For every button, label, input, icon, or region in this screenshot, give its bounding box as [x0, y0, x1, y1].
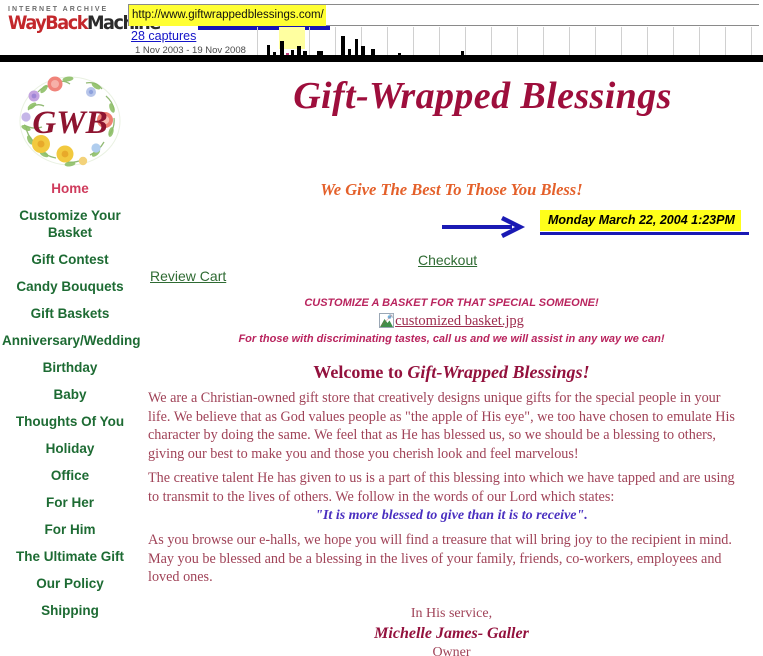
signoff-owner-name: Michelle James- Galler: [374, 624, 529, 642]
histogram-tick: [517, 27, 518, 58]
histogram-tick: [725, 27, 726, 58]
histogram-tick: [257, 27, 258, 58]
histogram-tick: [309, 27, 310, 58]
signoff-service-line: In His service,: [410, 605, 493, 621]
customize-heading: CUSTOMIZE A BASKET FOR THAT SPECIAL SOME…: [304, 297, 599, 309]
histogram-tick: [491, 27, 492, 58]
sidebar-item-gift-contest[interactable]: Gift Contest: [0, 251, 140, 268]
date-stamp-underline: [540, 232, 749, 235]
histogram-tick: [673, 27, 674, 58]
welcome-paragraph-1: We are a Christian-owned gift store that…: [148, 390, 735, 462]
sidebar-item-our-policy[interactable]: Our Policy: [0, 575, 140, 592]
histogram-baseline: [0, 55, 763, 58]
welcome-paragraph-2: The creative talent He has given to us i…: [148, 470, 735, 505]
review-cart-link[interactable]: Review Cart: [150, 268, 226, 284]
histogram-tick: [751, 27, 752, 58]
cart-links-row: Checkout Review Cart: [140, 252, 763, 292]
sidebar-item-baby[interactable]: Baby: [0, 386, 140, 403]
histogram-tick: [465, 27, 466, 58]
wordmark-wayback: WayBack: [8, 12, 88, 34]
captures-info: 28 captures 1 Nov 2003 - 19 Nov 2008: [131, 29, 246, 56]
main-content: We Give The Best To Those You Bless! Mon…: [140, 180, 763, 656]
sidebar-item-customize-your-basket[interactable]: Customize Your Basket: [0, 207, 140, 241]
gwb-monogram: GWB: [32, 105, 107, 141]
wayback-url-bar[interactable]: http://www.giftwrappedblessings.com/: [128, 4, 759, 26]
broken-image-icon: [379, 313, 395, 328]
signature-block: In His service, Michelle James- Galler O…: [140, 605, 763, 656]
date-stamp-wrapper: Monday March 22, 2004 1:23PM: [540, 210, 749, 235]
customize-subtext: For those with discriminating tastes, ca…: [238, 333, 665, 345]
histogram-tick: [387, 27, 388, 58]
sidebar-nav: Home Customize Your Basket Gift Contest Can…: [0, 180, 141, 629]
histogram-tick: [439, 27, 440, 58]
archived-url-text[interactable]: http://www.giftwrappedblessings.com/: [129, 5, 326, 26]
sidebar-item-shipping[interactable]: Shipping: [0, 602, 140, 619]
captures-count-link[interactable]: 28 captures: [131, 29, 246, 43]
checkout-link[interactable]: Checkout: [418, 252, 477, 268]
broken-image-alt-text[interactable]: customized basket.jpg: [395, 313, 524, 329]
wayback-toolbar: INTERNET ARCHIVE WayBackMachine http://w…: [0, 0, 763, 62]
sidebar-item-for-him[interactable]: For Him: [0, 521, 140, 538]
sidebar-item-home[interactable]: Home: [0, 180, 140, 197]
blue-arrow-icon: [442, 216, 526, 238]
customize-basket-block: CUSTOMIZE A BASKET FOR THAT SPECIAL SOME…: [140, 296, 763, 347]
sidebar-item-for-her[interactable]: For Her: [0, 494, 140, 511]
histogram-tick: [699, 27, 700, 58]
wayback-logo[interactable]: INTERNET ARCHIVE WayBackMachine: [8, 6, 161, 34]
current-date-stamp: Monday March 22, 2004 1:23PM: [540, 210, 741, 231]
sidebar-item-thoughts-of-you[interactable]: Thoughts Of You: [0, 413, 140, 430]
broken-image-row[interactable]: customized basket.jpg: [140, 312, 763, 330]
sidebar-item-gift-baskets[interactable]: Gift Baskets: [0, 305, 140, 322]
welcome-heading-prefix: Welcome to: [313, 362, 408, 382]
histogram-tick: [413, 27, 414, 58]
scripture-quote: "It is more blessed to give than it is t…: [315, 508, 588, 523]
sidebar-item-office[interactable]: Office: [0, 467, 140, 484]
sidebar-item-anniversary-wedding[interactable]: Anniversary/Wedding: [0, 332, 141, 349]
page-title: Gift-Wrapped Blessings: [293, 75, 672, 117]
sidebar-item-candy-bouquets[interactable]: Candy Bouquets: [0, 278, 140, 295]
histogram-tick: [647, 27, 648, 58]
archived-page: GWB Gift-Wrapped Blessings Home Customize…: [0, 62, 763, 656]
histogram-tick: [621, 27, 622, 58]
captures-histogram[interactable]: [243, 27, 759, 58]
welcome-paragraph-3: As you browse our e-halls, we hope you w…: [148, 532, 732, 585]
histogram-tick: [335, 27, 336, 58]
histogram-tick: [595, 27, 596, 58]
site-masthead: GWB Gift-Wrapped Blessings: [0, 62, 763, 172]
histogram-tick: [543, 27, 544, 58]
date-row: Monday March 22, 2004 1:23PM: [140, 210, 763, 252]
wayback-machine-wordmark: WayBackMachine: [8, 12, 161, 34]
signoff-owner-role: Owner: [432, 644, 471, 656]
sidebar-item-the-ultimate-gift[interactable]: The Ultimate Gift: [0, 548, 140, 565]
site-tagline: We Give The Best To Those You Bless!: [320, 180, 583, 199]
sidebar-item-holiday[interactable]: Holiday: [0, 440, 140, 457]
welcome-heading: Welcome to Gift-Wrapped Blessings!: [140, 361, 763, 383]
sidebar-item-birthday[interactable]: Birthday: [0, 359, 140, 376]
welcome-heading-emphasis: Gift-Wrapped Blessings!: [407, 362, 590, 382]
histogram-tick: [569, 27, 570, 58]
gwb-floral-wreath-logo: GWB: [8, 70, 132, 172]
